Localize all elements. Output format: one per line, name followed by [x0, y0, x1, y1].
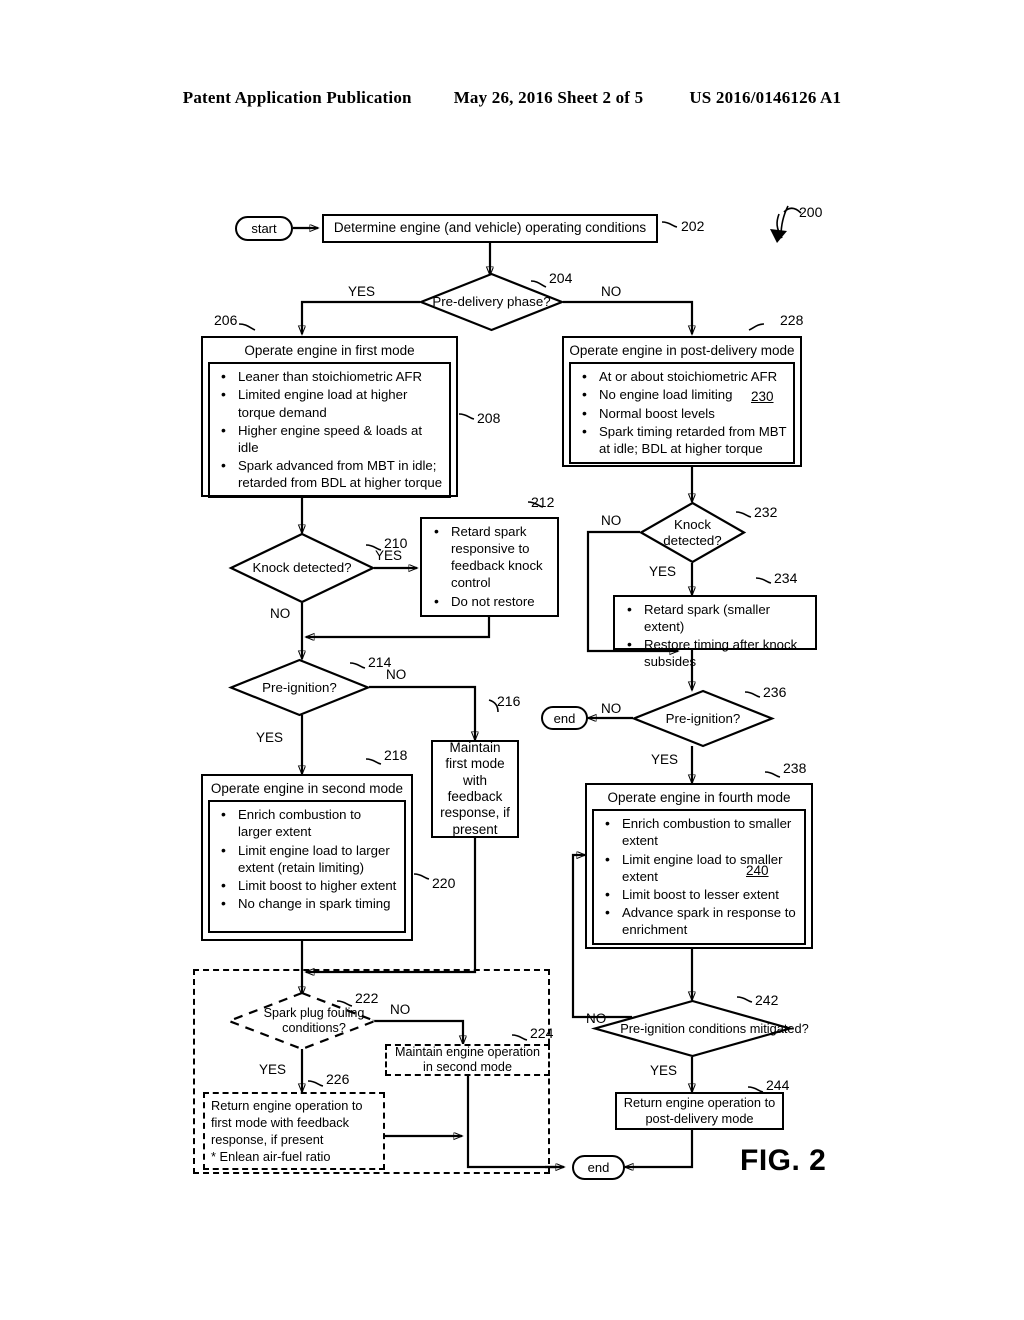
ref-204: 204 — [549, 270, 573, 286]
step-226-line: * Enlean air-fuel ratio — [211, 1149, 331, 1165]
branch-214-yes: YES — [256, 730, 284, 745]
step-230-detail-list: At or about stoichiometric AFR No engine… — [569, 362, 795, 464]
decision-232-knock-detected: Knock detected? — [638, 501, 747, 564]
decision-242-pre-ignition-mitigated: Pre-ignition conditions mitigated? — [590, 999, 809, 1058]
ref-240: 240 — [746, 863, 769, 879]
list-item: Higher engine speed & loads at idle — [221, 421, 443, 456]
decision-210-knock-detected: Knock detected? — [228, 532, 376, 604]
step-238-operate-fourth-mode: Operate engine in fourth mode Enrich com… — [585, 783, 813, 949]
ref-222: 222 — [355, 990, 379, 1006]
list-item: Retard spark (smaller extent) — [627, 600, 808, 635]
branch-232-yes: YES — [649, 564, 677, 579]
ref-234: 234 — [774, 570, 798, 586]
ref-220: 220 — [432, 875, 456, 891]
branch-222-yes: YES — [259, 1062, 287, 1077]
list-item: Limit boost to higher extent — [221, 876, 398, 894]
step-224-maintain-second-mode: Maintain engine operation in second mode — [385, 1044, 550, 1076]
step-226-line: first mode with feedback — [211, 1114, 349, 1130]
step-206-title: Operate engine in first mode — [244, 343, 415, 358]
ref-230: 230 — [751, 389, 774, 405]
branch-222-no: NO — [390, 1002, 411, 1017]
list-item: Limit boost to lesser extent — [605, 885, 798, 903]
step-238-title: Operate engine in fourth mode — [607, 790, 791, 805]
step-226-return-first-mode: Return engine operation to first mode wi… — [203, 1092, 385, 1170]
step-212-retard-spark-feedback: Retard spark responsive to feedback knoc… — [420, 517, 559, 617]
step-244-return-post-delivery-mode: Return engine operation to post-delivery… — [615, 1092, 784, 1130]
list-item: Do not restore — [434, 592, 550, 610]
branch-242-no: NO — [586, 1011, 607, 1026]
terminal-start-label: start — [251, 221, 277, 236]
list-item: Enrich combustion to smaller extent — [605, 814, 798, 849]
list-item: Limited engine load at higher torque dem… — [221, 385, 443, 420]
branch-204-no: NO — [601, 284, 622, 299]
ref-238: 238 — [783, 760, 807, 776]
step-218-title: Operate engine in second mode — [210, 781, 404, 796]
branch-204-yes: YES — [348, 284, 376, 299]
step-226-line: response, if present — [211, 1132, 324, 1147]
step-206-operate-first-mode: Operate engine in first mode Leaner than… — [201, 336, 458, 499]
list-item: No change in spark timing — [221, 894, 398, 912]
step-202-determine-operating-conditions: Determine engine (and vehicle) operating… — [322, 214, 658, 243]
step-244-label: Return engine operation to post-delivery… — [623, 1095, 776, 1126]
branch-214-no: NO — [386, 667, 407, 682]
step-208-detail-list: Leaner than stoichiometric AFR Limited e… — [208, 362, 451, 499]
step-240-detail-list: Enrich combustion to smaller extent Limi… — [592, 809, 806, 946]
ref-200: 200 — [799, 204, 823, 220]
list-item: Normal boost levels — [582, 403, 787, 421]
ref-232: 232 — [754, 504, 778, 520]
terminal-end-bottom-label: end — [587, 1160, 610, 1175]
step-216-label: Maintain first mode with feedback respon… — [440, 739, 510, 837]
branch-210-yes: YES — [375, 548, 403, 563]
branch-236-yes: YES — [651, 752, 679, 767]
list-item: Advance spark in response to enrichment — [605, 903, 798, 938]
step-228-operate-post-delivery-mode: Operate engine in post-delivery mode At … — [562, 336, 802, 467]
list-item: Retard spark responsive to feedback knoc… — [434, 522, 550, 592]
list-item: Spark advanced from MBT in idle; retarde… — [221, 456, 443, 491]
terminal-end-middle-label: end — [553, 710, 576, 726]
branch-236-no: NO — [601, 701, 622, 716]
step-234-retard-restore-spark: Retard spark (smaller extent) Restore ti… — [613, 595, 817, 669]
branch-232-no: NO — [601, 513, 622, 528]
step-216-maintain-first-mode: Maintain first mode with feedback respon… — [431, 740, 519, 838]
decision-222-spark-plug-fouling: Spark plug fouling conditions? — [225, 991, 379, 1051]
branch-210-no: NO — [270, 606, 291, 621]
patent-figure-page: Patent Application Publication May 26, 2… — [0, 0, 1024, 1320]
step-218-operate-second-mode: Operate engine in second mode Enrich com… — [201, 774, 413, 941]
ref-224: 224 — [530, 1025, 554, 1041]
decision-236-pre-ignition: Pre-ignition? — [631, 689, 775, 748]
ref-228: 228 — [780, 312, 804, 328]
terminal-end-bottom: end — [572, 1155, 625, 1180]
ref-226: 226 — [326, 1071, 350, 1087]
list-item: Enrich combustion to larger extent — [221, 805, 398, 840]
branch-242-yes: YES — [650, 1063, 678, 1078]
list-item: Limit engine load to larger extent (reta… — [221, 840, 398, 876]
ref-208: 208 — [477, 410, 501, 426]
figure-label: FIG. 2 — [740, 1144, 827, 1177]
step-220-detail-list: Enrich combustion to larger extent Limit… — [208, 800, 406, 933]
decision-214-pre-ignition: Pre-ignition? — [228, 658, 371, 717]
ref-242: 242 — [755, 992, 779, 1008]
step-224-label: Maintain engine operation in second mode — [395, 1044, 540, 1074]
terminal-end-middle: end — [541, 706, 588, 730]
list-item: Leaner than stoichiometric AFR — [221, 367, 443, 385]
ref-212: 212 — [531, 494, 555, 510]
ref-236: 236 — [763, 684, 787, 700]
ref-216: 216 — [497, 693, 521, 709]
step-226-line: Return engine operation to — [211, 1097, 363, 1113]
decision-204-pre-delivery-phase: Pre-delivery phase? — [418, 272, 565, 332]
terminal-start: start — [235, 216, 293, 241]
step-202-label: Determine engine (and vehicle) operating… — [333, 220, 647, 236]
ref-244: 244 — [766, 1077, 790, 1093]
ref-218: 218 — [384, 747, 408, 763]
ref-206: 206 — [214, 312, 238, 328]
ref-202: 202 — [681, 218, 705, 234]
list-item: Limit engine load to smaller extent — [605, 849, 798, 885]
list-item: At or about stoichiometric AFR — [582, 367, 787, 385]
list-item: Restore timing after knock subsides — [627, 635, 808, 670]
list-item: Spark timing retarded from MBT at idle; … — [582, 422, 787, 457]
step-228-title: Operate engine in post-delivery mode — [569, 343, 795, 358]
